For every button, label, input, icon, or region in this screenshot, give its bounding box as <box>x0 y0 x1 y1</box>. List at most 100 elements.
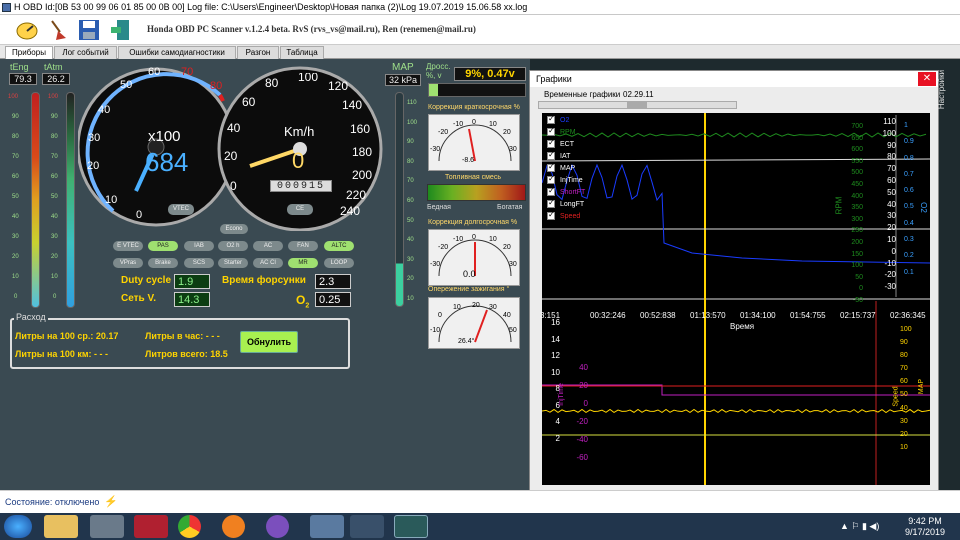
reset-button[interactable]: Обнулить <box>240 331 298 353</box>
save-icon[interactable] <box>76 17 100 41</box>
graphs-scrollbar[interactable] <box>538 101 737 109</box>
clock-date: 9/17/2019 <box>904 527 946 537</box>
tab-table[interactable]: Таблица <box>280 46 324 59</box>
series-checkbox-iat[interactable] <box>547 150 555 160</box>
chrome-icon[interactable] <box>350 515 384 538</box>
axis-tick: 30 <box>887 211 896 221</box>
o2-axis: 1 0.9 0.8 0.7 0.6 0.5 0.4 0.3 0.2 0.1 <box>904 118 924 281</box>
series-checkbox-ect[interactable] <box>547 138 555 148</box>
axis-tick: 100 <box>900 326 912 333</box>
series-checkbox-shortft[interactable] <box>547 186 555 196</box>
broom-icon[interactable] <box>45 17 69 41</box>
axis-tick: 40 <box>887 199 896 209</box>
lower-inner-axis: 40 20 0 -20 -40 -60 <box>566 359 588 467</box>
ignition-title: Опережение зажигания ° <box>428 286 510 293</box>
graphs-canvas <box>541 113 931 485</box>
axis-tick: 60 <box>887 175 896 185</box>
axis-tick: 700 <box>851 123 863 130</box>
taskbar: ▲ ⚐ ▮ ◀) 9:42 PM 9/17/2019 <box>0 513 960 540</box>
rpm-tick-70: 70 <box>181 66 194 78</box>
obd-scanner-icon[interactable] <box>394 515 428 538</box>
axis-tick: 10 <box>887 234 896 244</box>
indicator-iab: IAB <box>184 241 214 251</box>
voltage-value: 14.3 <box>174 292 210 307</box>
svg-text:40: 40 <box>12 214 19 220</box>
short-trim-title: Коррекция краткосрочная % <box>428 104 520 111</box>
tab-log[interactable]: Лог событий <box>54 46 117 59</box>
graphs-subtitle: Временные графики <box>544 90 621 99</box>
axis-tick: 0.7 <box>904 170 914 178</box>
axis-tick: 0.2 <box>904 252 914 260</box>
tab-errors[interactable]: Ошибки самодиагностики <box>118 46 236 59</box>
time-tick: 01:34:100 <box>740 311 776 320</box>
window-titlebar: H OBD Id:[0B 53 00 99 06 01 85 00 0B 00]… <box>0 0 960 15</box>
winrar-icon[interactable] <box>134 515 168 538</box>
series-checkbox-map[interactable] <box>547 162 555 172</box>
series-label-ect: ECT <box>560 141 574 148</box>
axis-tick: 10 <box>900 443 908 451</box>
rpm-tick-20: 20 <box>87 160 100 172</box>
map-value: 32 kPa <box>385 74 421 86</box>
graphs-window[interactable]: Графики ✕ Временные графики 02.29.11 O2 … <box>529 70 939 491</box>
tab-pribory[interactable]: Приборы <box>5 46 53 59</box>
short-trim-ticks: -30 -20 -10 0 10 20 30 <box>430 119 517 153</box>
axis-tick: 100 <box>851 262 863 270</box>
network-icon[interactable] <box>310 515 344 538</box>
time-tick: 01:13:570 <box>690 311 726 320</box>
axis-tick: 50 <box>855 273 863 281</box>
settings-side-tab[interactable]: Настройки <box>937 60 960 120</box>
close-icon[interactable]: ✕ <box>918 72 936 86</box>
svg-text:50: 50 <box>51 194 58 200</box>
gauge-icon[interactable] <box>14 17 38 41</box>
speed-tick: 200 <box>352 168 372 182</box>
series-checkbox-injtime[interactable] <box>547 174 555 184</box>
series-label-shortft: ShortFT <box>560 189 586 196</box>
rpm-value: 684 <box>145 147 189 177</box>
rpm-trace <box>541 132 927 138</box>
indicator-o2h: O2 h <box>218 241 248 251</box>
svg-text:90: 90 <box>12 114 19 120</box>
start-orb-icon[interactable] <box>4 515 32 538</box>
dashboard-panel: tEng tAtm 79.3 26.2 100 90 80 70 60 50 40 30 20 1… <box>0 59 530 490</box>
series-checkbox-longft[interactable] <box>547 198 555 208</box>
ect-axis: 110 100 90 80 70 60 50 40 30 20 10 0 -10 -20 -30 <box>876 116 896 293</box>
calculator-icon[interactable] <box>90 515 124 538</box>
map-scale: 110 100 90 80 70 60 50 40 30 20 10 <box>407 100 418 302</box>
file-explorer-icon[interactable] <box>44 515 78 538</box>
axis-tick: 90 <box>900 339 908 347</box>
axis-tick: 150 <box>851 250 863 258</box>
speed-tick: 20 <box>224 149 238 163</box>
series-checkbox-rpm[interactable] <box>547 126 555 136</box>
time-tick: 02:36:345 <box>890 311 926 320</box>
speed-tick: 240 <box>340 204 360 218</box>
viber-icon[interactable] <box>266 515 289 538</box>
axis-tick: 600 <box>851 146 863 154</box>
inj-time-label: Время форсунки <box>222 275 306 286</box>
speed-tick: 40 <box>227 121 241 135</box>
exit-door-icon[interactable] <box>108 17 132 41</box>
avast-icon[interactable] <box>222 515 245 538</box>
axis-tick: 20 <box>579 381 588 390</box>
series-checkbox-o2[interactable] <box>547 114 555 124</box>
app-title: Honda OBD PC Scanner v.1.2.4 beta. RvS (… <box>147 24 476 34</box>
o2-axis-title: O2 <box>918 202 928 213</box>
series-label-injtime: InjTime <box>560 177 583 184</box>
indicator-fan: FAN <box>288 241 318 251</box>
axis-tick: 50 <box>900 391 908 399</box>
tab-acceleration[interactable]: Разгон <box>237 46 279 59</box>
axis-tick: 0 <box>859 285 863 293</box>
rpm-tick-50: 50 <box>120 79 133 91</box>
axis-tick: -60 <box>576 453 588 462</box>
series-label-map: MAP <box>560 165 576 172</box>
axis-tick: 30 <box>900 417 908 425</box>
series-label-iat: IAT <box>560 153 571 160</box>
throttle-label: Дросс. %, v <box>426 62 451 80</box>
speed-tick: 120 <box>328 79 348 93</box>
chrome-icon[interactable] <box>178 515 201 538</box>
window-title: H OBD Id:[0B 53 00 99 06 01 85 00 0B 00]… <box>14 2 528 12</box>
throttle-value: 9%, 0.47v <box>454 67 526 81</box>
tray-icons[interactable]: ▲ ⚐ ▮ ◀) <box>840 521 879 532</box>
speed-ticks: 0 20 40 60 80 100 120 140 160 180 200 22… <box>224 73 372 218</box>
series-checkbox-speed[interactable] <box>547 210 555 220</box>
map-axis-title: MAP <box>918 378 926 395</box>
